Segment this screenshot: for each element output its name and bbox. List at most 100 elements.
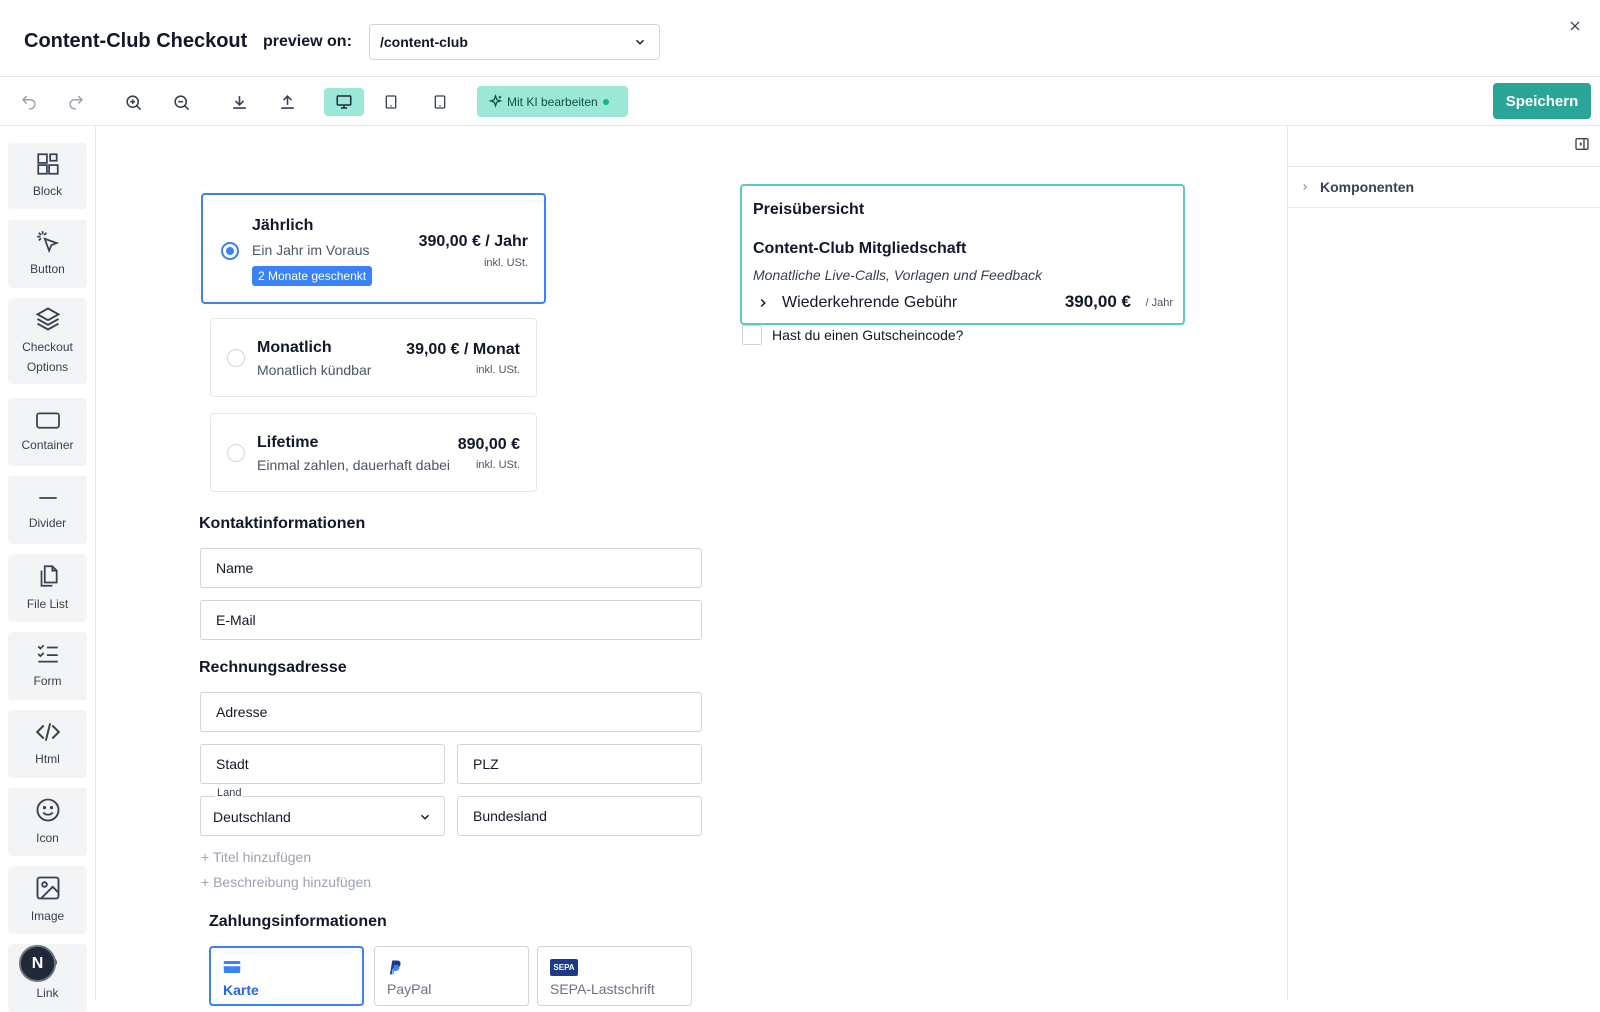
add-title-link[interactable]: + Titel hinzufügen — [201, 849, 311, 865]
chevron-right-icon — [1303, 184, 1308, 190]
plan-price: 39,00 € / Monat — [406, 341, 520, 358]
payment-tab-card[interactable]: Karte — [209, 946, 364, 1006]
mobile-icon — [434, 95, 446, 109]
mobile-view-button[interactable] — [423, 88, 457, 116]
coupon-label: Hast du einen Gutscheincode? — [772, 327, 964, 343]
redo-button[interactable] — [59, 88, 93, 116]
coupon-checkbox[interactable] — [742, 325, 762, 345]
block-tile-label: Divider — [28, 516, 67, 530]
country-select[interactable]: Land Deutschland — [200, 787, 445, 836]
block-tile-container[interactable]: Container — [8, 398, 87, 466]
plan-description: Einmal zahlen, dauerhaft dabei — [257, 457, 451, 473]
block-tile-label: Link — [36, 986, 59, 1000]
country-label: Land — [215, 787, 244, 799]
block-tile-label: Container — [21, 438, 74, 452]
block-tile-label: Form — [33, 674, 62, 688]
block-tile-file-list[interactable]: File List — [8, 554, 87, 622]
rectangle-icon — [35, 412, 60, 429]
plan-option-monthly[interactable]: Monatlich Monatlich kündbar 39,00 € / Mo… — [210, 318, 537, 397]
undo-button[interactable] — [12, 88, 46, 116]
city-field[interactable]: Stadt — [200, 744, 445, 784]
summary-product-name: Content-Club Mitgliedschaft — [753, 240, 967, 257]
address-placeholder: Adresse — [216, 704, 268, 720]
properties-panel: Komponenten — [1287, 126, 1600, 1000]
block-tile-label: File List — [26, 597, 69, 611]
state-field[interactable]: Bundesland — [457, 796, 702, 836]
user-avatar[interactable]: N — [19, 945, 56, 982]
chevron-down-icon — [635, 39, 645, 45]
zoom-in-button[interactable] — [116, 88, 150, 116]
plan-badge: 2 Monate geschenkt — [252, 266, 373, 286]
price-summary-card[interactable]: Preisübersicht Content-Club Mitgliedscha… — [740, 184, 1185, 325]
layers-icon — [35, 307, 60, 331]
block-tile-label: Icon — [36, 831, 59, 845]
block-tile-block[interactable]: Block — [8, 143, 87, 209]
zip-field[interactable]: PLZ — [457, 744, 702, 784]
blocks-icon — [36, 153, 59, 175]
country-value: Deutschland — [213, 809, 291, 825]
save-button[interactable]: Speichern — [1493, 83, 1591, 119]
paypal-icon — [389, 960, 401, 975]
plan-radio[interactable] — [227, 349, 245, 367]
block-tile-checkout-options[interactable]: Checkout Options — [8, 298, 87, 384]
plan-radio[interactable] — [221, 242, 239, 260]
block-tile-html[interactable]: Html — [8, 710, 87, 778]
block-tile-image[interactable]: Image — [8, 866, 87, 934]
plan-name: Jährlich — [252, 217, 314, 234]
zoom-out-icon — [173, 94, 189, 110]
zoom-out-button[interactable] — [164, 88, 198, 116]
contact-heading: Kontaktinformationen — [199, 515, 366, 532]
plan-name: Monatlich — [257, 339, 332, 356]
block-tile-label: Image — [30, 909, 65, 923]
plan-option-lifetime[interactable]: Lifetime Einmal zahlen, dauerhaft dabei … — [210, 413, 537, 492]
payment-tab-label: PayPal — [387, 981, 432, 997]
desktop-icon — [336, 95, 352, 109]
credit-card-icon — [223, 961, 241, 973]
plan-name: Lifetime — [257, 434, 319, 451]
block-tile-button[interactable]: Button — [8, 220, 87, 288]
summary-fee-label: Wiederkehrende Gebühr — [782, 294, 958, 311]
preview-page-value: /content-club — [380, 34, 468, 50]
preview-label: preview on: — [263, 33, 352, 50]
preview-page-select[interactable]: /content-club — [369, 24, 660, 60]
plan-radio[interactable] — [227, 444, 245, 462]
zoom-in-icon — [125, 94, 141, 110]
name-field[interactable]: Name — [200, 548, 702, 588]
close-button[interactable] — [1565, 16, 1585, 36]
payment-heading: Zahlungsinformationen — [209, 913, 387, 930]
redo-icon — [69, 95, 84, 110]
download-button[interactable] — [222, 88, 256, 116]
components-section[interactable]: Komponenten — [1288, 166, 1600, 208]
chevron-right-icon[interactable] — [756, 296, 770, 310]
components-section-label: Komponenten — [1320, 179, 1415, 195]
add-description-link[interactable]: + Beschreibung hinzufügen — [201, 874, 371, 890]
city-placeholder: Stadt — [216, 756, 249, 772]
state-placeholder: Bundesland — [473, 808, 547, 824]
block-tile-divider[interactable]: Divider — [8, 476, 87, 544]
files-icon — [40, 565, 58, 587]
page-title: Content-Club Checkout — [24, 30, 248, 52]
code-icon — [35, 723, 60, 741]
desktop-view-button[interactable] — [324, 88, 364, 116]
summary-price-unit: / Jahr — [1145, 297, 1173, 309]
sepa-icon: SEPA — [550, 959, 578, 976]
block-tile-label: Button — [30, 262, 65, 276]
plan-tax-note: inkl. USt. — [475, 364, 520, 376]
payment-tab-paypal[interactable]: PayPal — [374, 946, 529, 1006]
upload-button[interactable] — [270, 88, 304, 116]
panel-collapse-icon[interactable] — [1574, 136, 1590, 152]
plan-option-yearly[interactable]: Jährlich Ein Jahr im Voraus 2 Monate ges… — [201, 193, 546, 304]
plan-price: 390,00 € / Jahr — [418, 233, 528, 250]
block-tile-form[interactable]: Form — [8, 632, 87, 700]
ai-status-dot — [602, 98, 609, 105]
block-tile-icon[interactable]: Icon — [8, 788, 87, 856]
payment-tab-label: SEPA-Lastschrift — [550, 981, 655, 997]
ai-edit-button[interactable]: Mit KI bearbeiten — [477, 86, 628, 117]
tablet-view-button[interactable] — [374, 88, 408, 116]
summary-price: 390,00 € — [1064, 292, 1131, 311]
payment-tab-sepa[interactable]: SEPA SEPA-Lastschrift — [537, 946, 692, 1006]
address-field[interactable]: Adresse — [200, 692, 702, 732]
block-sidebar: Block Button Checkout Options Container … — [0, 126, 96, 1012]
plan-tax-note: inkl. USt. — [475, 459, 520, 471]
email-field[interactable]: E-Mail — [200, 600, 702, 640]
